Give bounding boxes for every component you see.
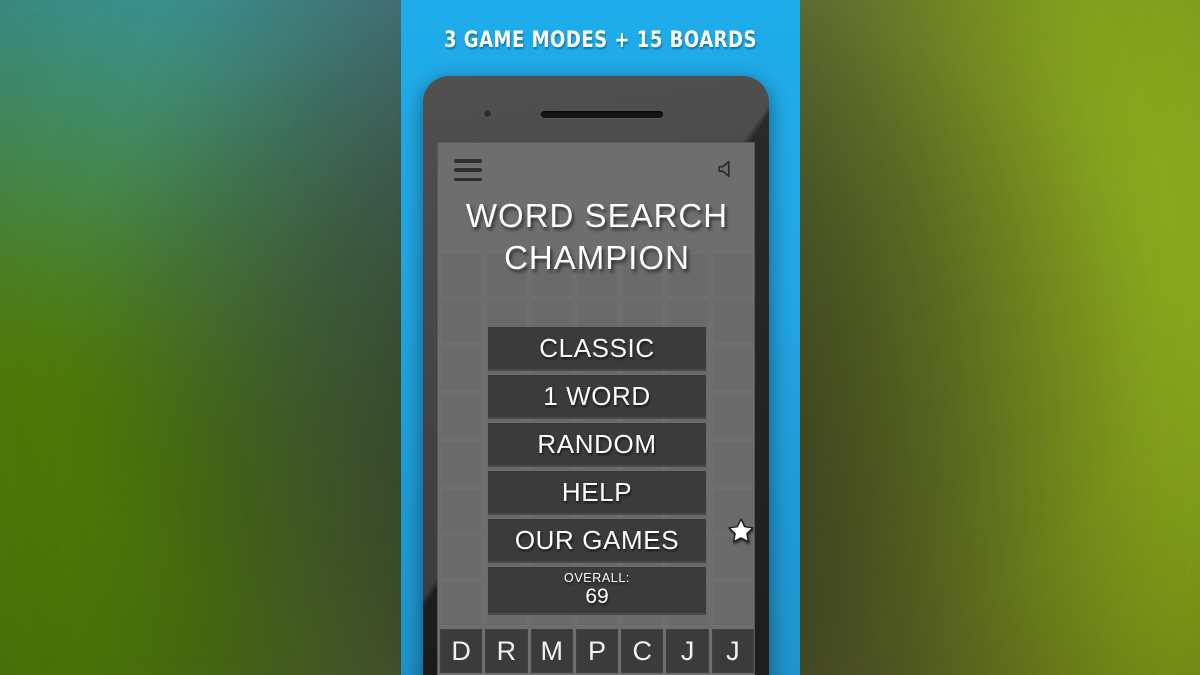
grid-cell — [485, 253, 528, 297]
promo-headline: 3 GAME MODES + 15 BOARDS — [443, 28, 758, 53]
earpiece-speaker — [541, 111, 663, 118]
hamburger-line — [454, 177, 482, 181]
grid-cell — [440, 253, 483, 297]
menu-button-help[interactable]: HELP — [488, 471, 706, 513]
app-screen: D R M P C J J WORD SEARCH CHAMPION CLASS… — [437, 142, 755, 675]
letter-tile[interactable]: C — [621, 629, 664, 673]
menu-button-random[interactable]: RANDOM — [488, 423, 706, 465]
speaker-icon[interactable] — [716, 158, 738, 180]
star-icon[interactable] — [726, 516, 754, 546]
grid-cell — [666, 253, 709, 297]
grid-cell — [711, 253, 754, 297]
app-title-line-1: WORD SEARCH — [465, 197, 729, 234]
front-camera-icon — [483, 109, 492, 118]
letter-tile[interactable]: J — [711, 629, 754, 673]
letter-tile[interactable]: J — [666, 629, 709, 673]
app-top-bar — [438, 143, 754, 201]
phone-mockup: D R M P C J J WORD SEARCH CHAMPION CLASS… — [423, 76, 769, 675]
grid-cell — [575, 253, 619, 297]
screenshot-stage: 3 GAME MODES + 15 BOARDS D R M P C J J W… — [0, 0, 1200, 675]
letter-tile[interactable]: M — [530, 629, 573, 673]
menu-button-classic[interactable]: CLASSIC — [488, 327, 706, 369]
overall-label: OVERALL: — [564, 571, 630, 585]
letter-tile[interactable]: D — [440, 629, 483, 673]
grid-cell — [621, 253, 664, 297]
grid-cell — [530, 253, 573, 297]
hamburger-line — [454, 159, 482, 163]
letter-tile[interactable]: R — [485, 629, 528, 673]
overall-value: 69 — [585, 585, 609, 608]
menu-button-1-word[interactable]: 1 WORD — [488, 375, 706, 417]
hamburger-icon[interactable] — [454, 159, 482, 181]
letter-tile[interactable]: P — [575, 629, 619, 673]
menu-button-our-games[interactable]: OUR GAMES — [488, 519, 706, 561]
hamburger-line — [454, 168, 482, 172]
main-menu: CLASSIC 1 WORD RANDOM HELP OUR GAMES OVE… — [438, 327, 754, 613]
overall-score-panel: OVERALL: 69 — [488, 567, 706, 613]
